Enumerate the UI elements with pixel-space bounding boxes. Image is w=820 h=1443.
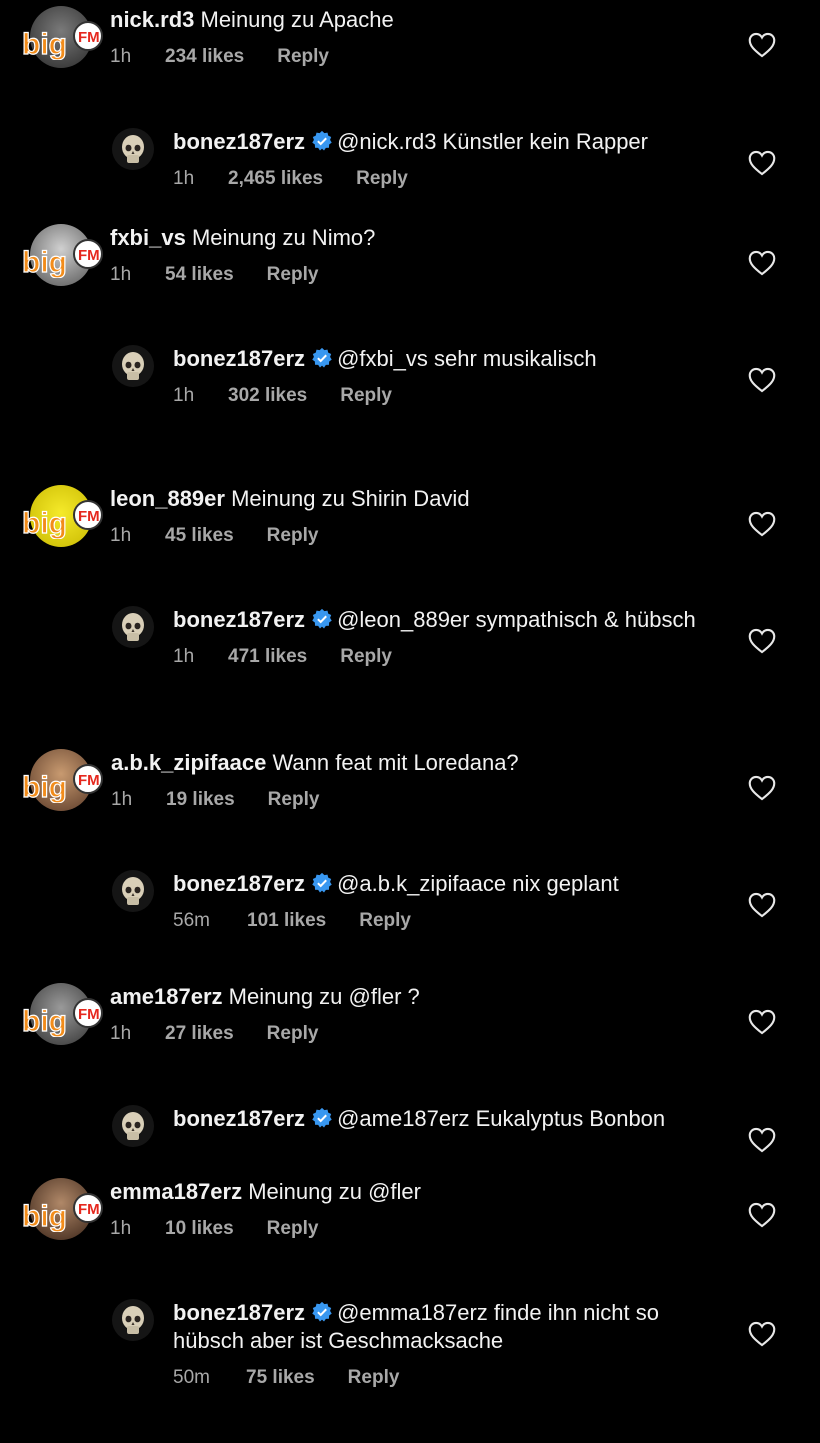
- reply-button[interactable]: Reply: [340, 646, 392, 668]
- comment-time: 50m: [173, 1367, 210, 1388]
- comment-time: 1h: [173, 646, 195, 667]
- verified-badge-icon: [312, 130, 332, 151]
- comment-time: 1h: [110, 1218, 132, 1239]
- comment-time: 1h: [173, 385, 195, 406]
- comment-username[interactable]: bonez187erz: [173, 1300, 305, 1325]
- comment-text: @fxbi_vs sehr musikalisch: [337, 346, 597, 371]
- verified-badge-icon: [312, 1301, 332, 1322]
- comment-text: @nick.rd3 Künstler kein Rapper: [337, 129, 648, 154]
- reply-button[interactable]: Reply: [359, 910, 411, 932]
- comment-time: 1h: [110, 46, 132, 67]
- avatar[interactable]: [112, 1105, 154, 1147]
- comment-time: 1h: [110, 525, 132, 546]
- bigfm-logo: FM big: [21, 500, 103, 539]
- verified-badge-icon: [312, 1107, 332, 1128]
- svg-text:FM: FM: [78, 1201, 100, 1218]
- reply-button[interactable]: Reply: [267, 1218, 319, 1240]
- verified-badge-icon: [312, 872, 332, 893]
- svg-text:big: big: [22, 771, 67, 803]
- comment-text: @a.b.k_zipifaace nix geplant: [337, 871, 619, 896]
- comment-username[interactable]: emma187erz: [110, 1179, 242, 1204]
- comment-likes[interactable]: 101 likes: [247, 910, 326, 932]
- avatar[interactable]: [112, 345, 154, 387]
- heart-icon[interactable]: [748, 1321, 776, 1347]
- comment-username[interactable]: nick.rd3: [110, 7, 194, 32]
- bigfm-logo: FM big: [21, 21, 103, 60]
- comment-text: Meinung zu @fler: [248, 1179, 421, 1204]
- comment-likes[interactable]: 45 likes: [165, 525, 234, 547]
- svg-text:big: big: [22, 507, 67, 539]
- bigfm-logo: FM big: [21, 1193, 103, 1232]
- comment-username[interactable]: bonez187erz: [173, 607, 305, 632]
- comment-time: 56m: [173, 910, 210, 931]
- comment-likes[interactable]: 75 likes: [246, 1367, 315, 1389]
- avatar[interactable]: [112, 1299, 154, 1341]
- comment-text: Meinung zu Shirin David: [231, 486, 470, 511]
- heart-icon[interactable]: [748, 32, 776, 58]
- comment-time: 1h: [111, 789, 133, 810]
- bigfm-logo: FM big: [21, 764, 103, 803]
- heart-icon[interactable]: [748, 1202, 776, 1228]
- comment-likes[interactable]: 10 likes: [165, 1218, 234, 1240]
- reply-button[interactable]: Reply: [340, 385, 392, 407]
- comment-username[interactable]: bonez187erz: [173, 129, 305, 154]
- reply-button[interactable]: Reply: [348, 1367, 400, 1389]
- comment-likes[interactable]: 302 likes: [228, 385, 307, 407]
- svg-text:big: big: [22, 1005, 67, 1037]
- bigfm-logo: FM big: [21, 239, 103, 278]
- reply-button[interactable]: Reply: [277, 46, 329, 68]
- svg-text:FM: FM: [78, 29, 100, 46]
- comment-likes[interactable]: 471 likes: [228, 646, 307, 668]
- heart-icon[interactable]: [748, 775, 776, 801]
- comment-likes[interactable]: 54 likes: [165, 264, 234, 286]
- svg-text:FM: FM: [78, 772, 100, 789]
- reply-button[interactable]: Reply: [267, 525, 319, 547]
- comment-username[interactable]: fxbi_vs: [110, 225, 186, 250]
- heart-icon[interactable]: [748, 150, 776, 176]
- comment-text: Meinung zu Nimo?: [191, 225, 376, 250]
- bigfm-logo: FM big: [21, 998, 103, 1037]
- comment-text: @leon_889er sympathisch & hübsch: [337, 607, 696, 632]
- comment-likes[interactable]: 19 likes: [166, 789, 235, 811]
- heart-icon[interactable]: [748, 1127, 776, 1153]
- comment-text: Wann feat mit Loredana?: [272, 750, 519, 775]
- avatar[interactable]: [112, 128, 154, 170]
- heart-icon[interactable]: [748, 892, 776, 918]
- heart-icon[interactable]: [748, 1009, 776, 1035]
- comment-username[interactable]: bonez187erz: [173, 871, 305, 896]
- comment-likes[interactable]: 234 likes: [165, 46, 244, 68]
- svg-text:big: big: [22, 1200, 67, 1232]
- comment-text: Meinung zu @fler ?: [228, 984, 420, 1009]
- comment-likes[interactable]: 2,465 likes: [228, 168, 323, 190]
- comment-likes[interactable]: 27 likes: [165, 1023, 234, 1045]
- heart-icon[interactable]: [748, 628, 776, 654]
- comment-username[interactable]: leon_889er: [110, 486, 225, 511]
- comment-time: 1h: [110, 1023, 132, 1044]
- reply-button[interactable]: Reply: [356, 168, 408, 190]
- avatar[interactable]: [112, 870, 154, 912]
- heart-icon[interactable]: [748, 250, 776, 276]
- reply-button[interactable]: Reply: [267, 264, 319, 286]
- verified-badge-icon: [312, 608, 332, 629]
- svg-text:big: big: [22, 28, 67, 60]
- comment-username[interactable]: bonez187erz: [173, 1106, 305, 1131]
- avatar[interactable]: [112, 606, 154, 648]
- svg-text:FM: FM: [78, 247, 100, 264]
- comment-username[interactable]: ame187erz: [110, 984, 223, 1009]
- comment-time: 1h: [173, 168, 195, 189]
- heart-icon[interactable]: [748, 367, 776, 393]
- comment-text: Meinung zu Apache: [200, 7, 394, 32]
- reply-button[interactable]: Reply: [268, 789, 320, 811]
- svg-text:FM: FM: [78, 508, 100, 525]
- comment-text: @ame187erz Eukalyptus Bonbon: [337, 1106, 666, 1131]
- svg-text:FM: FM: [78, 1006, 100, 1023]
- svg-text:big: big: [22, 246, 67, 278]
- comment-time: 1h: [110, 264, 132, 285]
- heart-icon[interactable]: [748, 511, 776, 537]
- comment-username[interactable]: a.b.k_zipifaace: [111, 750, 266, 775]
- comment-username[interactable]: bonez187erz: [173, 346, 305, 371]
- verified-badge-icon: [312, 347, 332, 368]
- reply-button[interactable]: Reply: [267, 1023, 319, 1045]
